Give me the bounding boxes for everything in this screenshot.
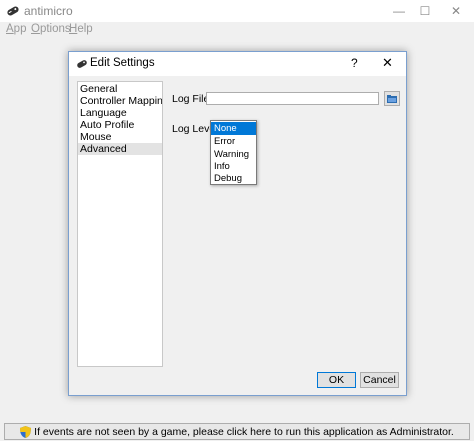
sidebar-item-language[interactable]: Language: [78, 107, 162, 119]
gamepad-icon: [7, 6, 19, 16]
help-button[interactable]: ?: [351, 56, 358, 70]
gamepad-icon: [77, 60, 87, 68]
maximize-button[interactable]: ☐: [410, 0, 440, 22]
log-level-option-debug[interactable]: Debug: [211, 172, 256, 185]
sidebar-item-controller-mappings[interactable]: Controller Mappings: [78, 95, 162, 107]
close-button[interactable]: ✕: [441, 0, 471, 22]
minimize-icon: —: [393, 4, 405, 18]
log-file-input[interactable]: [206, 92, 379, 105]
menu-app[interactable]: App: [6, 23, 26, 35]
menu-help[interactable]: Help: [69, 23, 93, 35]
dialog-title: Edit Settings: [90, 57, 155, 69]
browse-log-file-button[interactable]: [384, 91, 400, 106]
menu-options[interactable]: Options: [31, 23, 71, 35]
ok-button[interactable]: OK: [317, 372, 356, 388]
dialog-title-bar: Edit Settings ? ✕: [69, 52, 406, 76]
sidebar-item-advanced[interactable]: Advanced: [78, 143, 162, 155]
menu-bar: App Options Help: [0, 22, 474, 38]
window-title: antimicro: [24, 4, 73, 18]
sidebar-item-auto-profile[interactable]: Auto Profile: [78, 119, 162, 131]
log-level-dropdown[interactable]: None Error Warning Info Debug: [210, 120, 257, 185]
log-level-option-error[interactable]: Error: [211, 135, 256, 148]
admin-status-button[interactable]: If events are not seen by a game, please…: [4, 423, 470, 440]
cancel-button[interactable]: Cancel: [360, 372, 399, 388]
folder-icon: [387, 94, 397, 103]
settings-category-list: General Controller Mappings Language Aut…: [77, 81, 163, 367]
dialog-close-button[interactable]: ✕: [382, 55, 393, 71]
log-level-option-none[interactable]: None: [211, 122, 256, 135]
edit-settings-dialog: Edit Settings ? ✕ General Controller Map…: [68, 51, 407, 396]
sidebar-item-mouse[interactable]: Mouse: [78, 131, 162, 143]
shield-icon: [20, 425, 32, 438]
maximize-icon: ☐: [419, 4, 431, 18]
sidebar-item-general[interactable]: General: [78, 83, 162, 95]
status-text: If events are not seen by a game, please…: [34, 425, 454, 438]
close-icon: ✕: [450, 4, 462, 18]
title-bar: antimicro — ☐ ✕: [0, 0, 474, 22]
